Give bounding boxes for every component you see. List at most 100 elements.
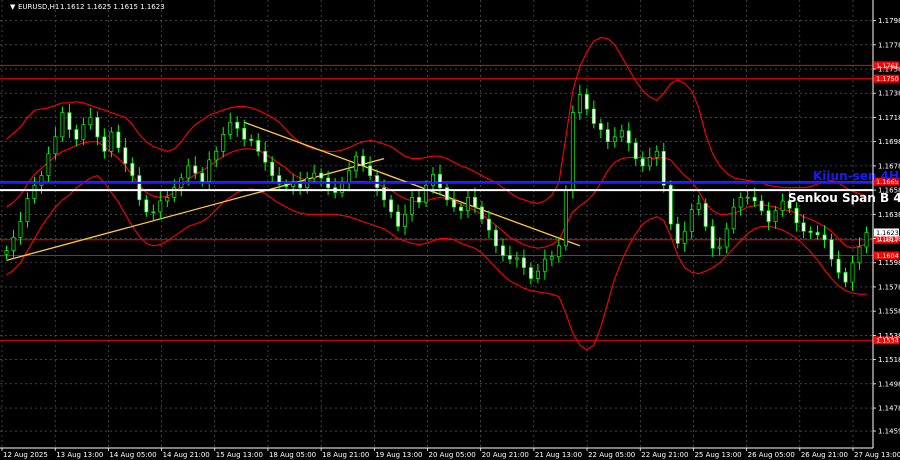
x-tick-label: 18 Aug 05:00 <box>269 451 316 459</box>
x-tick-label: 14 Aug 05:00 <box>109 451 156 459</box>
candle-body <box>703 203 708 227</box>
candle-body <box>319 172 324 179</box>
candle-body <box>137 175 142 201</box>
candle-body <box>514 257 519 260</box>
candle-body <box>766 210 771 222</box>
candle-body <box>549 256 554 260</box>
x-tick-label: 20 Aug 05:00 <box>429 451 476 459</box>
y-tick-label: 1.1658 <box>878 187 900 195</box>
x-tick-label: 14 Aug 21:00 <box>163 451 210 459</box>
x-tick-label: 26 Aug 05:00 <box>748 451 795 459</box>
candle-body <box>864 232 869 248</box>
header-ohlc: 1.1612 1.1625 1.1615 1.1623 <box>60 3 165 11</box>
candle-body <box>752 197 757 202</box>
candle-body <box>843 272 848 283</box>
y-tick-label: 1.1698 <box>878 138 900 146</box>
candle-body <box>11 236 16 251</box>
x-tick-label: 15 Aug 13:00 <box>216 451 263 459</box>
candle-body <box>507 255 512 260</box>
candle-body <box>815 232 820 236</box>
candle-body <box>67 112 72 130</box>
y-tick-label: 1.1538 <box>878 332 900 340</box>
y-tick-label: 1.1459 <box>878 428 900 436</box>
candle-body <box>284 183 289 187</box>
candle-body <box>612 136 617 143</box>
y-tick-label: 1.1758 <box>878 66 900 74</box>
candle-body <box>424 184 428 203</box>
y-tick-label: 1.1638 <box>878 211 900 219</box>
y-tick-label: 1.1678 <box>878 162 900 170</box>
candle-body <box>640 158 645 167</box>
candle-body <box>144 199 149 213</box>
header-symbol: EURUSD,H1 <box>18 3 59 11</box>
candle-body <box>675 223 680 244</box>
candle-body <box>822 234 827 241</box>
candle-body <box>661 151 666 186</box>
candle-body <box>417 197 421 203</box>
header-symbol-icon[interactable]: ▼ <box>10 3 16 11</box>
x-tick-label: 19 Aug 13:00 <box>375 451 422 459</box>
candle-body <box>361 155 366 167</box>
candle-body <box>116 131 121 149</box>
candle-body <box>808 230 813 233</box>
candle-body <box>102 136 107 152</box>
candle-body <box>4 250 9 255</box>
x-tick-label: 27 Aug 13:00 <box>854 451 900 459</box>
candle-body <box>130 163 135 176</box>
candle-body <box>221 134 226 152</box>
candle-body <box>584 94 589 110</box>
candle-body <box>193 165 198 174</box>
y-tick-label: 1.1738 <box>878 90 900 98</box>
candle-body <box>731 206 736 230</box>
candle-body <box>745 197 750 199</box>
candle-body <box>850 262 855 283</box>
candle-body <box>263 151 268 163</box>
candle-body <box>801 222 806 232</box>
y-tick-label: 1.1518 <box>878 356 900 364</box>
candle-body <box>354 155 359 172</box>
candle-body <box>81 124 86 140</box>
candle-body <box>60 112 65 138</box>
y-tick-label: 1.1598 <box>878 259 900 267</box>
candle-body <box>242 127 247 140</box>
current-price-label: 1.1623 <box>876 229 899 237</box>
candle-body <box>165 197 170 202</box>
candle-body <box>633 142 638 159</box>
candle-body <box>689 209 694 232</box>
candle-body <box>95 117 100 138</box>
candle-body <box>410 197 414 215</box>
y-tick-label: 1.1778 <box>878 41 900 49</box>
chart-canvas[interactable]: 1.17611.17501.16651.16171.16041.1534 Kij… <box>0 0 900 460</box>
candle-body <box>528 267 533 279</box>
candle-body <box>18 221 23 238</box>
candle-body <box>682 230 687 244</box>
candle-body <box>591 108 596 124</box>
candle-body <box>347 170 352 184</box>
y-tick-label: 1.1718 <box>878 114 900 122</box>
candle-body <box>577 94 582 113</box>
candle-body <box>696 203 701 210</box>
price-chart[interactable]: 1.1761 1.1750 1.1665 1.1617 1.1604 1.1534 Kij… <box>0 0 900 460</box>
candle-body <box>74 129 79 140</box>
candle-body <box>270 161 275 176</box>
x-tick-label: 22 Aug 21:00 <box>641 451 688 459</box>
candle-body <box>836 258 841 273</box>
candle-body <box>466 197 470 212</box>
candle-body <box>403 213 407 227</box>
candle-body <box>542 258 547 272</box>
x-tick-label: 22 Aug 05:00 <box>588 451 635 459</box>
candle-body <box>473 197 477 208</box>
candle-body <box>780 200 785 212</box>
candle-body <box>368 165 373 176</box>
candle-body <box>493 229 498 247</box>
price-level-label: 1.1750 <box>876 75 899 83</box>
candle-body <box>647 157 652 167</box>
candle-body <box>123 147 128 164</box>
candle-body <box>773 210 778 222</box>
y-tick-label: 1.1498 <box>878 380 900 388</box>
candle-body <box>717 246 722 249</box>
candle-body <box>710 226 715 249</box>
candle-body <box>88 117 93 126</box>
candle-body <box>207 159 212 182</box>
y-tick-label: 1.1558 <box>878 308 900 316</box>
